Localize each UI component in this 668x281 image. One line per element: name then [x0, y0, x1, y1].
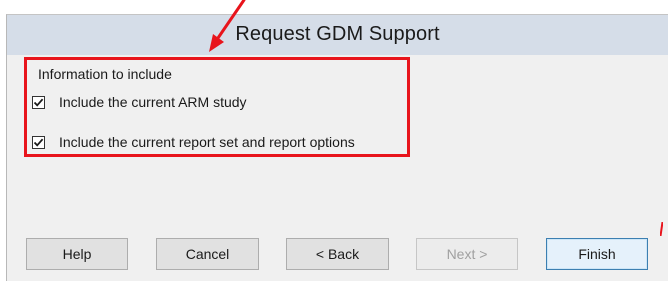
annotation-arrow-icon [209, 0, 246, 52]
screenshot-stage: Request GDM Support Information to inclu… [0, 0, 668, 281]
annotation-edge-mark [659, 221, 664, 237]
